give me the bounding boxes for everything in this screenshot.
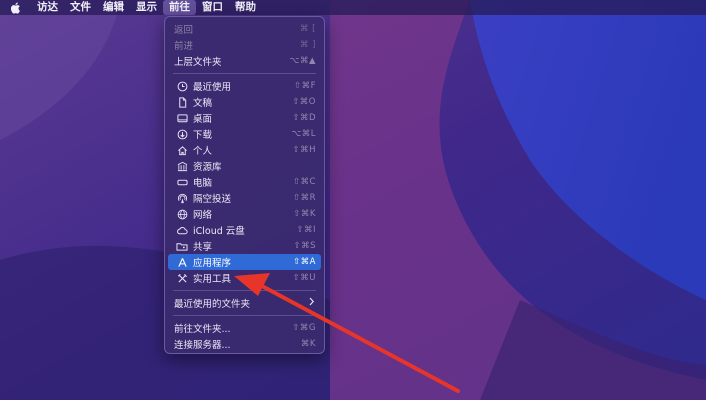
menu-item-label: 共享	[193, 242, 213, 253]
menu-item-forward[interactable]: 前进 ⌘ ]	[168, 37, 321, 53]
shared-folder-icon	[175, 239, 189, 253]
utilities-icon	[175, 271, 189, 285]
menu-item-shortcut: ⇧⌘G	[292, 323, 316, 333]
menu-item-label: iCloud 云盘	[193, 226, 245, 237]
menu-item-downloads[interactable]: 下载 ⌥⌘L	[168, 126, 321, 142]
menu-item-desktop[interactable]: 桌面 ⇧⌘D	[168, 110, 321, 126]
menu-help[interactable]: 帮助	[229, 0, 262, 15]
menu-item-go-to-folder[interactable]: 前往文件夹... ⇧⌘G	[168, 320, 321, 336]
menu-finder[interactable]: 访达	[31, 0, 64, 15]
menu-item-library[interactable]: 资源库	[168, 158, 321, 174]
clock-icon	[175, 79, 189, 93]
menu-item-home[interactable]: 个人 ⇧⌘H	[168, 142, 321, 158]
airdrop-icon	[175, 191, 189, 205]
menu-separator	[173, 315, 316, 316]
menu-item-label: 资源库	[193, 162, 222, 173]
download-icon	[175, 127, 189, 141]
menu-go[interactable]: 前往	[163, 0, 196, 15]
go-menu-dropdown: 返回 ⌘ [ 前进 ⌘ ] 上层文件夹 ⌥⌘▲ 最近使用 ⇧⌘F 文稿 ⇧⌘O …	[164, 16, 325, 354]
menu-item-network[interactable]: 网络 ⇧⌘K	[168, 206, 321, 222]
applications-icon	[175, 255, 189, 269]
menu-item-utilities[interactable]: 实用工具 ⇧⌘U	[168, 270, 321, 286]
document-icon	[175, 95, 189, 109]
menu-item-label: 隔空投送	[193, 194, 232, 205]
menu-item-shortcut: ⇧⌘I	[296, 225, 316, 235]
menu-item-label: 电脑	[193, 178, 213, 189]
desktop-wallpaper	[0, 0, 706, 400]
menu-item-shortcut: ⌘ [	[299, 24, 316, 34]
menu-item-shortcut: ⇧⌘U	[292, 273, 316, 283]
menu-bar: 访达 文件 编辑 显示 前往 窗口 帮助	[0, 0, 706, 15]
menu-item-label: 最近使用的文件夹	[174, 299, 251, 310]
menu-item-shortcut: ⇧⌘D	[292, 113, 316, 123]
menu-item-applications[interactable]: 应用程序 ⇧⌘A	[168, 254, 321, 270]
menu-item-label: 下载	[193, 130, 213, 141]
menu-file[interactable]: 文件	[64, 0, 97, 15]
menu-item-label: 前进	[174, 41, 194, 52]
menu-edit[interactable]: 编辑	[97, 0, 130, 15]
menu-item-shortcut: ⌘ ]	[299, 40, 316, 50]
menu-item-shortcut: ⇧⌘O	[292, 97, 316, 107]
menu-item-back[interactable]: 返回 ⌘ [	[168, 21, 321, 37]
menu-item-airdrop[interactable]: 隔空投送 ⇧⌘R	[168, 190, 321, 206]
menu-item-label: 最近使用	[193, 82, 232, 93]
menu-item-shortcut: ⇧⌘K	[293, 209, 316, 219]
chevron-right-icon	[308, 297, 315, 309]
menu-item-label: 网络	[193, 210, 213, 221]
menu-item-label: 个人	[193, 146, 213, 157]
menu-item-label: 实用工具	[193, 274, 232, 285]
menu-item-shortcut: ⇧⌘A	[293, 257, 316, 267]
menu-item-label: 连接服务器...	[174, 340, 231, 351]
menu-item-shortcut: ⌘K	[300, 339, 316, 349]
menu-window[interactable]: 窗口	[196, 0, 229, 15]
menu-item-recent-folders[interactable]: 最近使用的文件夹	[168, 295, 321, 311]
menu-item-recents[interactable]: 最近使用 ⇧⌘F	[168, 78, 321, 94]
network-icon	[175, 207, 189, 221]
menu-item-shortcut: ⇧⌘H	[292, 145, 316, 155]
menu-separator	[173, 290, 316, 291]
menu-item-label: 前往文件夹...	[174, 324, 231, 335]
menu-separator	[173, 73, 316, 74]
menu-item-icloud-drive[interactable]: iCloud 云盘 ⇧⌘I	[168, 222, 321, 238]
menu-item-shortcut: ⇧⌘C	[292, 177, 316, 187]
menu-item-shortcut: ⇧⌘F	[293, 81, 316, 91]
menu-item-label: 文稿	[193, 98, 213, 109]
menu-item-computer[interactable]: 电脑 ⇧⌘C	[168, 174, 321, 190]
menu-item-label: 返回	[174, 25, 194, 36]
menu-item-shortcut: ⌥⌘L	[291, 129, 316, 139]
menu-item-documents[interactable]: 文稿 ⇧⌘O	[168, 94, 321, 110]
apple-logo-icon[interactable]	[8, 1, 22, 15]
library-icon	[175, 159, 189, 173]
menu-item-label: 应用程序	[193, 258, 232, 269]
menu-item-shared[interactable]: 共享 ⇧⌘S	[168, 238, 321, 254]
menu-item-enclosing-folder[interactable]: 上层文件夹 ⌥⌘▲	[168, 53, 321, 69]
menu-item-shortcut: ⇧⌘R	[292, 193, 316, 203]
menu-item-shortcut: ⌥⌘▲	[289, 56, 316, 66]
computer-icon	[175, 175, 189, 189]
menu-view[interactable]: 显示	[130, 0, 163, 15]
menu-item-label: 上层文件夹	[174, 57, 222, 68]
menu-item-connect-to-server[interactable]: 连接服务器... ⌘K	[168, 336, 321, 352]
home-icon	[175, 143, 189, 157]
menu-item-label: 桌面	[193, 114, 213, 125]
desktop-icon	[175, 111, 189, 125]
menu-item-shortcut: ⇧⌘S	[293, 241, 316, 251]
icloud-icon	[175, 223, 189, 237]
